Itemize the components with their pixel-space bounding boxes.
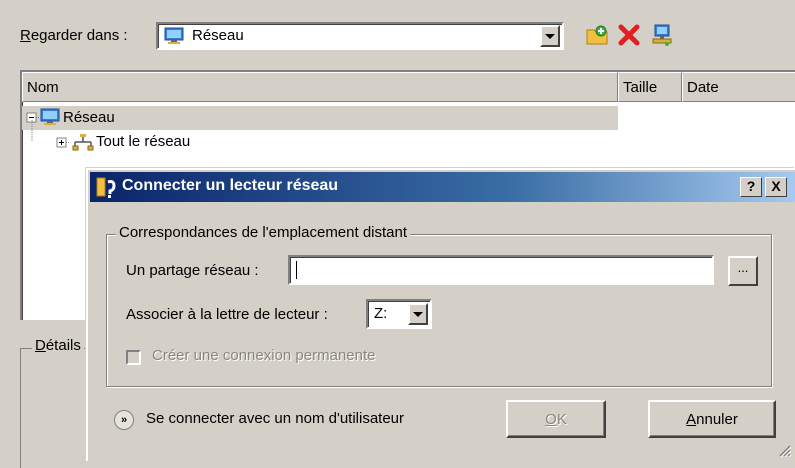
dialog-title: Connecter un lecteur réseau xyxy=(122,177,339,194)
list-item-label: Réseau xyxy=(63,109,115,126)
network-icon xyxy=(164,27,184,44)
expand-chevron-icon[interactable]: » xyxy=(114,410,134,430)
column-header-name[interactable]: Nom xyxy=(22,72,618,102)
persistent-checkbox[interactable] xyxy=(126,350,141,365)
drive-letter-label: Associer à la lettre de lecteur : xyxy=(126,306,328,323)
drive-letter-dropdown[interactable]: Z: xyxy=(366,299,432,329)
help-button[interactable]: ? xyxy=(740,177,762,197)
column-header-size[interactable]: Taille xyxy=(618,72,682,102)
entire-network-icon xyxy=(72,134,94,151)
share-label: Un partage réseau : xyxy=(126,262,259,279)
resize-grip-icon[interactable] xyxy=(777,443,791,457)
map-network-drive-dialog: Connecter un lecteur réseau ? X Correspo… xyxy=(86,168,795,461)
persistent-checkbox-label: Créer une connexion permanente xyxy=(152,347,376,364)
dialog-app-icon xyxy=(96,177,116,198)
expand-icon[interactable] xyxy=(55,136,69,150)
close-icon: X xyxy=(771,178,781,194)
delete-icon[interactable] xyxy=(617,23,641,47)
tree-line xyxy=(31,120,33,142)
help-icon: ? xyxy=(746,178,756,194)
ok-button[interactable]: OK xyxy=(506,400,606,438)
new-folder-icon[interactable] xyxy=(585,23,609,47)
browse-button-label: ... xyxy=(737,260,749,275)
look-in-value: Réseau xyxy=(192,27,244,44)
look-in-label: Regarder dans : xyxy=(20,27,128,44)
connect-as-user-link[interactable]: Se connecter avec un nom d'utilisateur xyxy=(146,410,404,427)
cancel-button[interactable]: Annuler xyxy=(648,400,776,438)
look-in-dropdown[interactable]: Réseau xyxy=(156,22,564,50)
drive-letter-value: Z: xyxy=(374,305,388,322)
list-item[interactable]: Réseau xyxy=(22,106,618,130)
list-item-label: Tout le réseau xyxy=(96,133,191,150)
drive-letter-dropdown-button[interactable] xyxy=(408,303,428,325)
look-in-dropdown-button[interactable] xyxy=(540,25,560,47)
list-item[interactable]: Tout le réseau xyxy=(22,120,618,154)
share-input[interactable] xyxy=(288,255,714,285)
close-button[interactable]: X xyxy=(765,177,787,197)
details-label: Détails xyxy=(32,337,84,354)
browse-button[interactable]: ... xyxy=(728,256,758,286)
chevron-down-icon xyxy=(545,33,555,39)
dialog-titlebar[interactable]: Connecter un lecteur réseau ? X xyxy=(90,172,795,202)
map-network-drive-icon[interactable] xyxy=(650,23,674,47)
column-header-date[interactable]: Date xyxy=(682,72,795,102)
network-icon xyxy=(40,108,60,125)
chevron-down-icon xyxy=(413,311,423,317)
remote-location-group-label: Correspondances de l'emplacement distant xyxy=(116,224,411,241)
text-caret xyxy=(296,261,297,279)
